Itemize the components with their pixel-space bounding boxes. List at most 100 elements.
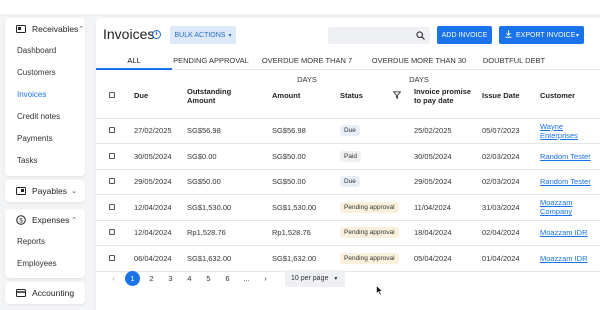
status-cell: Pending approval bbox=[340, 220, 414, 246]
due-date: 12/04/2024 bbox=[134, 228, 172, 238]
caret-down-icon: ▾ bbox=[575, 32, 579, 39]
select-all-checkbox[interactable] bbox=[109, 92, 115, 99]
due-date: 27/02/2025 bbox=[134, 126, 172, 136]
sidebar-item-employees[interactable]: Employees bbox=[5, 253, 85, 275]
column-header-customer[interactable]: Customer bbox=[540, 74, 600, 119]
search-input[interactable] bbox=[328, 27, 416, 44]
promise-date: 18/04/2024 bbox=[414, 228, 452, 238]
bulk-actions-button[interactable]: BULK ACTIONS ▾ bbox=[170, 26, 236, 44]
tab-overdue-30-days[interactable]: OVERDUE MORE THAN 30 DAYS bbox=[364, 51, 474, 84]
due-date: 29/05/2024 bbox=[134, 177, 172, 187]
tab-overdue-7-days[interactable]: OVERDUE MORE THAN 7 DAYS bbox=[252, 51, 362, 84]
due-date: 30/05/2024 bbox=[134, 151, 172, 161]
row-checkbox-cell-cell bbox=[96, 194, 134, 221]
caret-down-icon: ▾ bbox=[334, 275, 338, 282]
status-cell: Due bbox=[340, 169, 414, 195]
info-icon[interactable]: i bbox=[152, 30, 161, 39]
outstanding-amount-cell: SG$50.00 bbox=[187, 169, 272, 195]
tab-doubtful-debt[interactable]: DOUBTFUL DEBT bbox=[476, 51, 552, 70]
issue-date: 05/07/2023 bbox=[482, 126, 520, 136]
column-header-due[interactable]: Due bbox=[134, 74, 187, 119]
column-header-outstanding[interactable]: Outstanding Amount bbox=[187, 74, 272, 119]
column-header-amount[interactable]: Amount bbox=[272, 74, 340, 119]
page-3-button[interactable]: 3 bbox=[161, 274, 180, 283]
customer-link[interactable]: Random Tester bbox=[540, 152, 591, 161]
sidebar-section-accounting[interactable]: Accounting bbox=[5, 282, 85, 304]
row-checkbox[interactable] bbox=[109, 203, 115, 210]
column-header-issue[interactable]: Issue Date bbox=[482, 74, 540, 119]
customer-cell: Moazzam Company bbox=[540, 194, 600, 221]
amount-cell: SG$50.00 bbox=[272, 169, 340, 195]
prev-page-button[interactable]: ‹ bbox=[104, 274, 123, 283]
table-row[interactable]: 27/02/2025 SG$56.98 SG$56.98 Due 25/02/2025 0… bbox=[96, 118, 600, 144]
status-badge: Paid bbox=[340, 150, 362, 162]
amount-cell: SG$1,530.00 bbox=[272, 194, 340, 221]
page-6-button[interactable]: 6 bbox=[218, 274, 237, 283]
sidebar-section-payables[interactable]: Payables ⌄ bbox=[5, 180, 85, 202]
sidebar-section-label: Accounting bbox=[32, 288, 75, 298]
export-invoice-button[interactable]: EXPORT INVOICE ▾ bbox=[499, 26, 584, 44]
sidebar-item-tasks[interactable]: Tasks bbox=[5, 150, 85, 172]
sidebar-item-payments[interactable]: Payments bbox=[5, 128, 85, 150]
chevron-up-icon[interactable]: ⌃ bbox=[78, 25, 84, 33]
customer-link[interactable]: Wayne Enterprises bbox=[540, 122, 578, 140]
filter-icon[interactable] bbox=[392, 91, 402, 101]
column-header-status[interactable]: Status bbox=[340, 91, 363, 100]
sidebar-section-expenses[interactable]: $ Expenses ⌃ bbox=[5, 209, 85, 231]
next-page-button[interactable]: › bbox=[256, 274, 275, 283]
outstanding-amount: SG$50.00 bbox=[187, 177, 221, 187]
promise-date-cell: 18/04/2024 bbox=[414, 220, 482, 246]
page-title: Invoices bbox=[103, 26, 155, 42]
table-row[interactable]: 29/05/2024 SG$50.00 SG$50.00 Due 29/05/2024 0… bbox=[96, 169, 600, 195]
issue-date: 02/03/2024 bbox=[482, 177, 520, 187]
table-row[interactable]: 12/04/2024 Rp1,528.76 Rp1,528.76 Pending ap… bbox=[96, 220, 600, 246]
promise-date: 11/04/2024 bbox=[414, 202, 451, 212]
sidebar-item-credit-notes[interactable]: Credit notes bbox=[5, 106, 85, 128]
promise-date: 29/05/2024 bbox=[414, 177, 452, 187]
page-1-button[interactable]: 1 bbox=[125, 270, 140, 286]
column-header-status-cell: Status bbox=[340, 74, 414, 119]
customer-link[interactable]: Moazzam Company bbox=[540, 198, 573, 216]
page-5-button[interactable]: 5 bbox=[199, 274, 218, 283]
page-2-button[interactable]: 2 bbox=[142, 274, 161, 283]
sidebar-item-reports[interactable]: Reports bbox=[5, 231, 85, 253]
row-checkbox[interactable] bbox=[109, 229, 115, 236]
outstanding-amount: SG$1,632.00 bbox=[187, 253, 232, 263]
per-page-select[interactable]: 10 per page ▾ bbox=[285, 269, 345, 287]
status-cell: Paid bbox=[340, 143, 414, 170]
due-date-cell: 30/05/2024 bbox=[134, 143, 187, 170]
add-invoice-button[interactable]: ADD INVOICE bbox=[437, 26, 492, 44]
row-checkbox[interactable] bbox=[109, 152, 115, 159]
tab-all[interactable]: ALL bbox=[96, 51, 172, 70]
row-checkbox-cell-cell bbox=[96, 143, 134, 170]
table-row[interactable]: 12/04/2024 SG$1,530.00 SG$1,530.00 Pending … bbox=[96, 194, 600, 221]
sidebar-item-invoices[interactable]: Invoices bbox=[5, 84, 85, 106]
customer-cell: Moazzam IDR bbox=[540, 245, 600, 272]
status-cell: Pending approval bbox=[340, 194, 414, 221]
customer-link[interactable]: Moazzam IDR bbox=[540, 254, 588, 263]
column-header-promise[interactable]: Invoice promise to pay date bbox=[414, 74, 482, 119]
outstanding-amount-cell: SG$1,530.00 bbox=[187, 194, 272, 221]
tab-pending-approval[interactable]: PENDING APPROVAL bbox=[172, 51, 250, 70]
chevron-down-icon[interactable]: ⌄ bbox=[71, 187, 77, 195]
outstanding-amount-cell: SG$56.98 bbox=[187, 118, 272, 144]
table-row[interactable]: 30/05/2024 SG$0.00 SG$50.00 Paid 30/05/2024 0… bbox=[96, 143, 600, 170]
sidebar-item-dashboard[interactable]: Dashboard bbox=[5, 40, 85, 62]
row-checkbox[interactable] bbox=[109, 127, 115, 134]
row-checkbox[interactable] bbox=[109, 254, 115, 261]
issue-date-cell: 31/03/2024 bbox=[482, 194, 540, 221]
page-4-button[interactable]: 4 bbox=[180, 274, 199, 283]
row-checkbox[interactable] bbox=[109, 178, 115, 185]
amount: SG$1,632.00 bbox=[272, 253, 317, 263]
sidebar-item-customers[interactable]: Customers bbox=[5, 62, 85, 84]
customer-link[interactable]: Random Tester bbox=[540, 177, 591, 186]
row-checkbox-cell-cell bbox=[96, 169, 134, 195]
due-date: 06/04/2024 bbox=[134, 253, 172, 263]
sidebar-section-receivables[interactable]: Receivables ⌃ bbox=[5, 18, 85, 40]
promise-date: 25/02/2025 bbox=[414, 126, 452, 136]
customer-link[interactable]: Moazzam IDR bbox=[540, 228, 588, 237]
amount: SG$1,530.00 bbox=[272, 202, 317, 212]
search-icon[interactable] bbox=[416, 31, 425, 40]
chevron-up-icon[interactable]: ⌃ bbox=[71, 216, 77, 224]
status-badge: Pending approval bbox=[340, 227, 399, 239]
